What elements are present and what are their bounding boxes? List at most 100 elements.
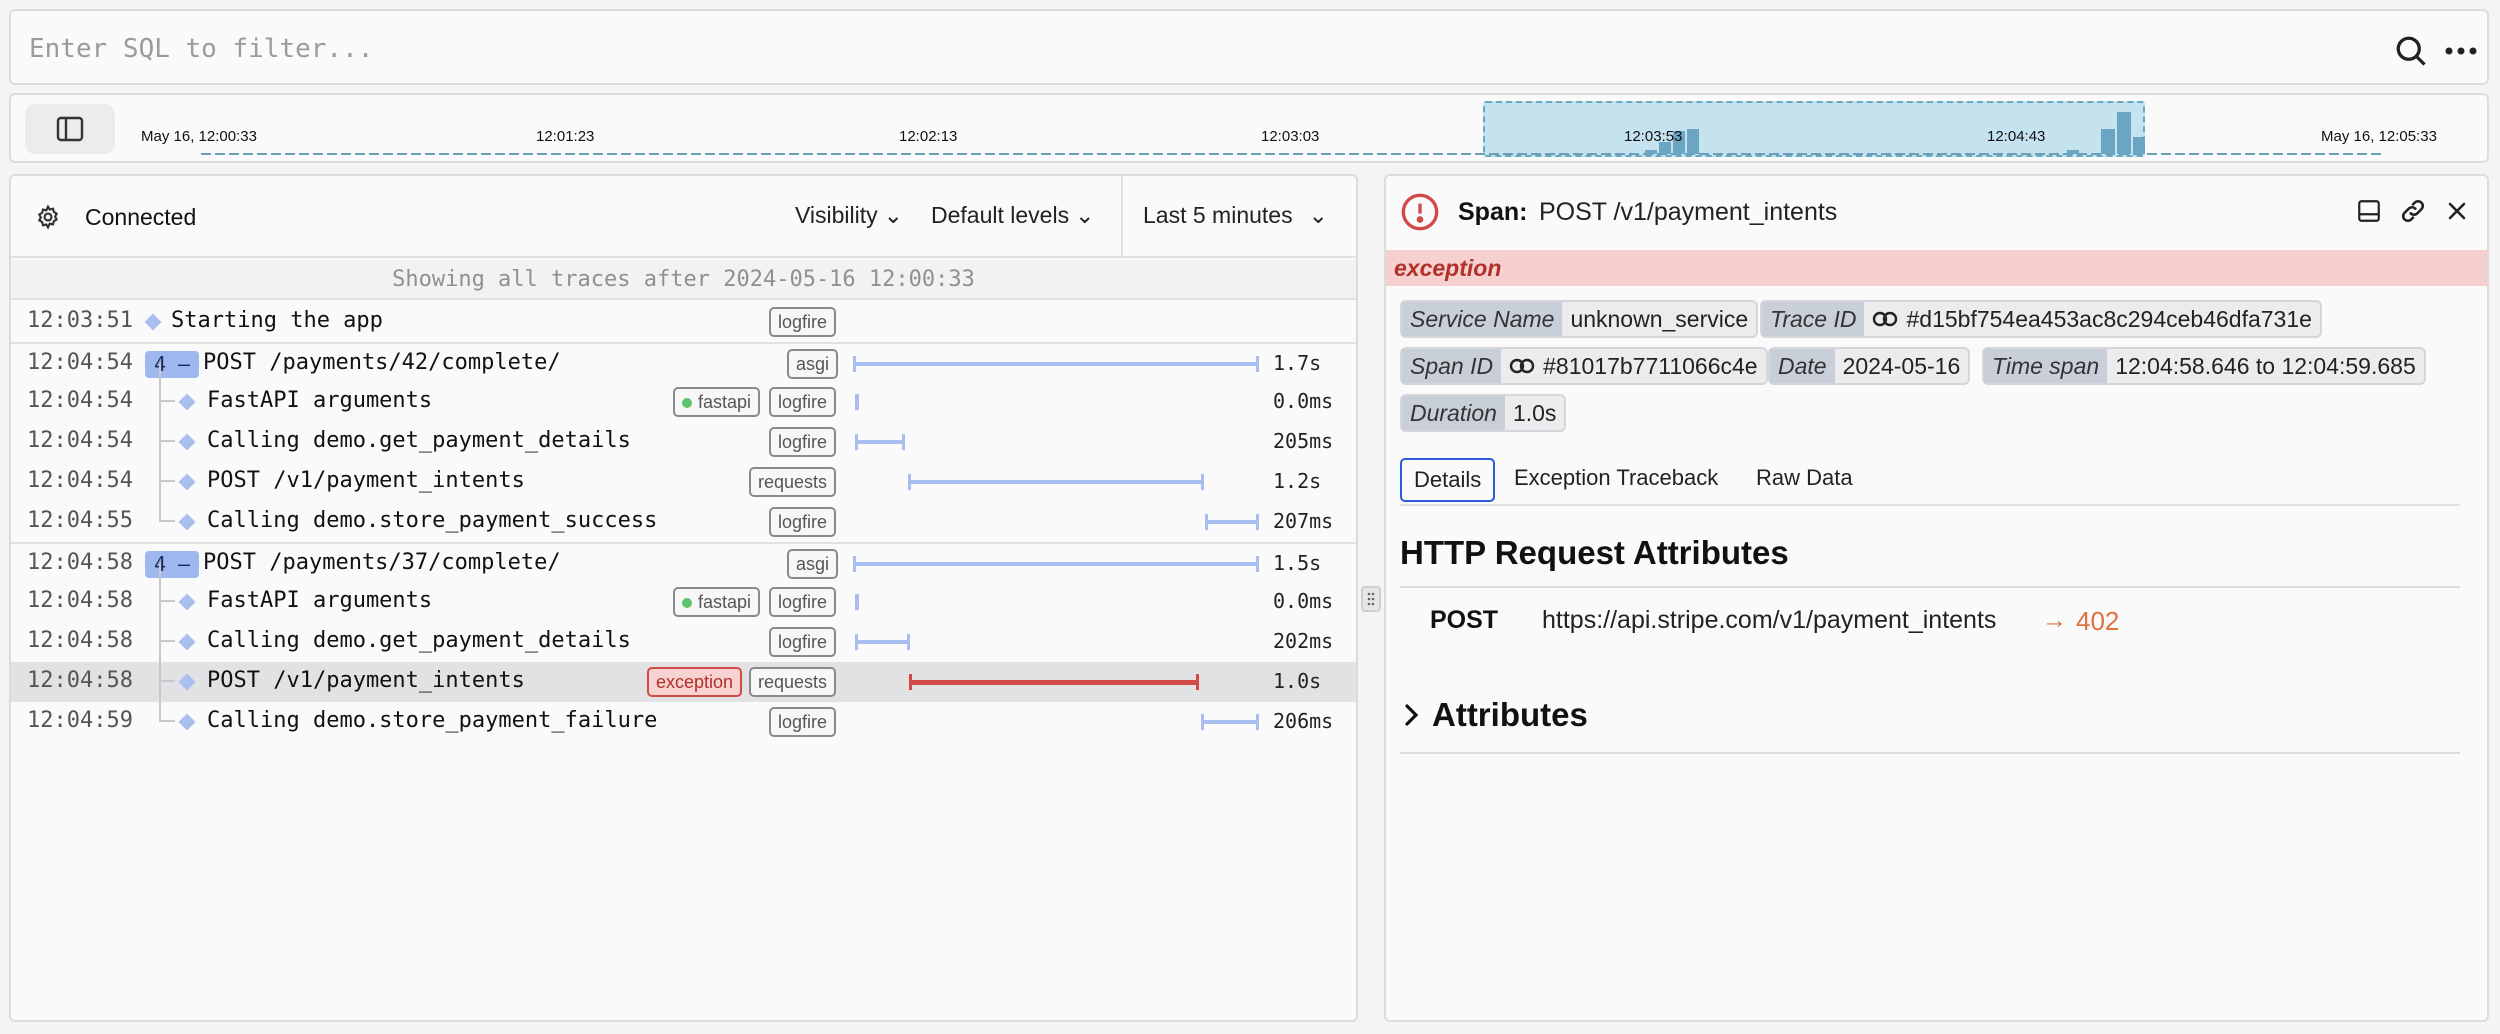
tab-raw-data[interactable]: Raw Data	[1744, 458, 1865, 502]
levels-dropdown[interactable]: Default levels ⌄	[931, 202, 1094, 229]
tag-logfire[interactable]: logfire	[769, 387, 837, 417]
histogram-bar	[2101, 129, 2115, 154]
sql-filter-input[interactable]	[29, 29, 2329, 69]
chip-value: #d15bf754ea453ac8c294ceb46dfa731e	[1906, 305, 2312, 332]
tree-connector	[159, 482, 175, 522]
tag-logfire[interactable]: logfire	[769, 587, 837, 617]
duration-bar-error	[909, 674, 1199, 690]
chip-key: Span ID	[1402, 349, 1502, 383]
span-duration: 202ms	[1273, 629, 1334, 653]
level-banner: exception	[1386, 250, 2487, 286]
tag-asgi[interactable]: asgi	[787, 349, 839, 379]
chip-trace-id[interactable]: Trace ID #d15bf754ea453ac8c294ceb46dfa73…	[1760, 300, 2322, 338]
connection-status: Connected	[85, 204, 197, 230]
trace-list-header: Connected Visibility ⌄ Default levels ⌄ La…	[11, 176, 1356, 258]
chip-key: Duration	[1402, 396, 1505, 430]
trace-row[interactable]: 12:04:54 FastAPI arguments fastapi logfi…	[11, 364, 1356, 422]
tag-exception[interactable]: exception	[647, 667, 743, 697]
settings-gear-icon[interactable]	[33, 202, 63, 232]
timeline-tick-label: May 16, 12:00:33	[141, 128, 257, 145]
tag-requests[interactable]: requests	[749, 467, 837, 497]
tag-fastapi[interactable]: fastapi	[673, 587, 761, 617]
span-name: FastAPI arguments	[207, 388, 433, 413]
chip-span-id[interactable]: Span ID #81017b7711066c4e	[1400, 347, 1768, 385]
trace-row[interactable]: 12:04:58 4 – POST /payments/37/complete/…	[11, 542, 1356, 582]
exception-info-icon	[1398, 190, 1442, 234]
row-timestamp: 12:04:54	[27, 428, 133, 453]
http-method: POST	[1430, 606, 1499, 634]
span-name: POST /v1/payment_intents	[207, 468, 525, 493]
http-url: https://api.stripe.com/v1/payment_intent…	[1542, 606, 1997, 634]
chip-value: #81017b7711066c4e	[1543, 352, 1758, 379]
close-icon[interactable]	[2440, 194, 2474, 228]
span-name: Calling demo.get_payment_details	[207, 428, 631, 453]
tab-exception-traceback[interactable]: Exception Traceback	[1502, 458, 1730, 502]
tag-fastapi[interactable]: fastapi	[673, 387, 761, 417]
span-name: POST /v1/payment_intents	[207, 668, 525, 693]
tree-connector	[159, 642, 175, 682]
span-diamond-icon	[178, 713, 196, 731]
trace-row[interactable]: 12:04:54 POST /v1/payment_intents reques…	[11, 442, 1356, 502]
span-diamond-icon	[144, 313, 162, 331]
row-timestamp: 12:04:58	[27, 668, 133, 693]
span-name: Calling demo.get_payment_details	[207, 628, 631, 653]
duration-bar	[855, 394, 859, 410]
level-label: exception	[1394, 255, 1502, 281]
visibility-dropdown[interactable]: Visibility ⌄	[795, 202, 903, 229]
row-timestamp: 12:04:59	[27, 708, 133, 733]
search-icon[interactable]	[2391, 31, 2431, 71]
tabs-divider	[1400, 504, 2460, 506]
row-timestamp: 12:03:51	[27, 308, 133, 333]
time-range-dropdown[interactable]: Last 5 minutes ⌄	[1143, 202, 1328, 229]
link-icon	[1873, 311, 1898, 327]
attributes-toggle[interactable]: Attributes	[1400, 696, 1588, 734]
chip-key: Date	[1770, 349, 1835, 383]
timeline-tick-label: 12:04:43	[1987, 128, 2046, 145]
status-dot-icon	[682, 398, 692, 408]
tag-logfire[interactable]: logfire	[769, 427, 837, 457]
copy-link-icon[interactable]	[2396, 194, 2430, 228]
span-details-panel: Span: POST /v1/payment_intents exception…	[1384, 174, 2489, 1022]
tab-details[interactable]: Details	[1400, 458, 1496, 502]
histogram-bar	[1687, 129, 1699, 154]
timeline-tick-label: 12:02:13	[899, 128, 958, 145]
span-duration: 207ms	[1273, 509, 1334, 533]
dock-panel-icon[interactable]	[2352, 194, 2386, 228]
tag-requests[interactable]: requests	[749, 667, 837, 697]
chip-key: Time span	[1984, 349, 2108, 383]
row-timestamp: 12:04:58	[27, 550, 133, 575]
span-title: POST /v1/payment_intents	[1539, 198, 1838, 226]
trace-row[interactable]: 12:04:59 Calling demo.store_payment_fail…	[11, 682, 1356, 742]
timeline-histogram: May 16, 12:00:33 12:01:23 12:02:13 12:03…	[9, 93, 2489, 163]
trace-row[interactable]: 12:04:58 FastAPI arguments fastapi logfi…	[11, 564, 1356, 622]
tag-logfire[interactable]: logfire	[769, 507, 837, 537]
trace-row[interactable]: 12:03:51 Starting the app logfire	[11, 302, 1356, 342]
span-diamond-icon	[178, 633, 196, 651]
visibility-label: Visibility	[795, 202, 878, 228]
timeline-tick-label: 12:03:03	[1261, 128, 1320, 145]
trace-row[interactable]: 12:04:54 4 – POST /payments/42/complete/…	[11, 342, 1356, 382]
more-options-icon[interactable]	[2441, 31, 2481, 71]
tag-asgi[interactable]: asgi	[787, 549, 839, 579]
span-diamond-icon	[178, 433, 196, 451]
tree-connector	[159, 682, 175, 722]
trace-row[interactable]: 12:04:55 Calling demo.store_payment_succ…	[11, 482, 1356, 542]
tag-logfire[interactable]: logfire	[769, 307, 837, 337]
span-diamond-icon	[178, 473, 196, 491]
trace-row[interactable]: 12:04:54 Calling demo.get_payment_detail…	[11, 402, 1356, 462]
span-name: POST /payments/37/complete/	[203, 550, 561, 575]
attributes-divider	[1400, 752, 2460, 754]
tag-logfire[interactable]: logfire	[769, 707, 837, 737]
chip-value: 2024-05-16	[1842, 352, 1961, 379]
panel-resize-handle[interactable]	[1361, 586, 1381, 612]
tree-connector	[159, 442, 175, 482]
trace-row-selected[interactable]: 12:04:58 POST /v1/payment_intents except…	[11, 642, 1356, 702]
tag-logfire[interactable]: logfire	[769, 627, 837, 657]
trace-row[interactable]: 12:04:58 Calling demo.get_payment_detail…	[11, 602, 1356, 662]
span-duration: 1.2s	[1273, 469, 1322, 493]
span-duration: 1.5s	[1273, 551, 1322, 575]
tree-connector	[159, 564, 175, 602]
timeline-histogram-bars	[201, 112, 2383, 155]
row-timestamp: 12:04:54	[27, 350, 133, 375]
span-diamond-icon	[178, 593, 196, 611]
